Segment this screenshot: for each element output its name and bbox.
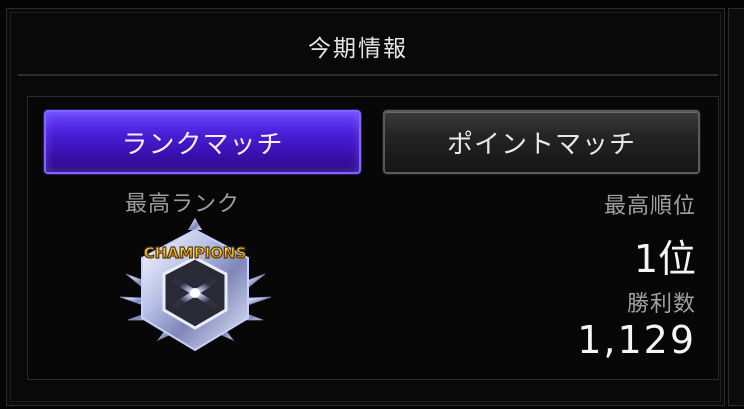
tab-rank-match[interactable]: ランクマッチ [44, 110, 361, 174]
badge-text: CHAMPIONS [144, 244, 247, 262]
wins-value: 1,129 [577, 318, 696, 362]
panel-header: 今期情報 [18, 18, 718, 76]
tab-point-match-label: ポイントマッチ [446, 129, 636, 160]
page-title: 今期情報 [308, 36, 408, 62]
tab-rank-match-label: ランクマッチ [121, 129, 284, 160]
wins-label: 勝利数 [626, 292, 696, 317]
champions-rank-badge-icon: CHAMPIONS [118, 212, 273, 362]
best-position-label: 最高順位 [603, 194, 696, 219]
best-position-value: 1位 [633, 237, 696, 281]
adjacent-panel-edge [728, 8, 744, 406]
tab-point-match[interactable]: ポイントマッチ [383, 110, 700, 174]
